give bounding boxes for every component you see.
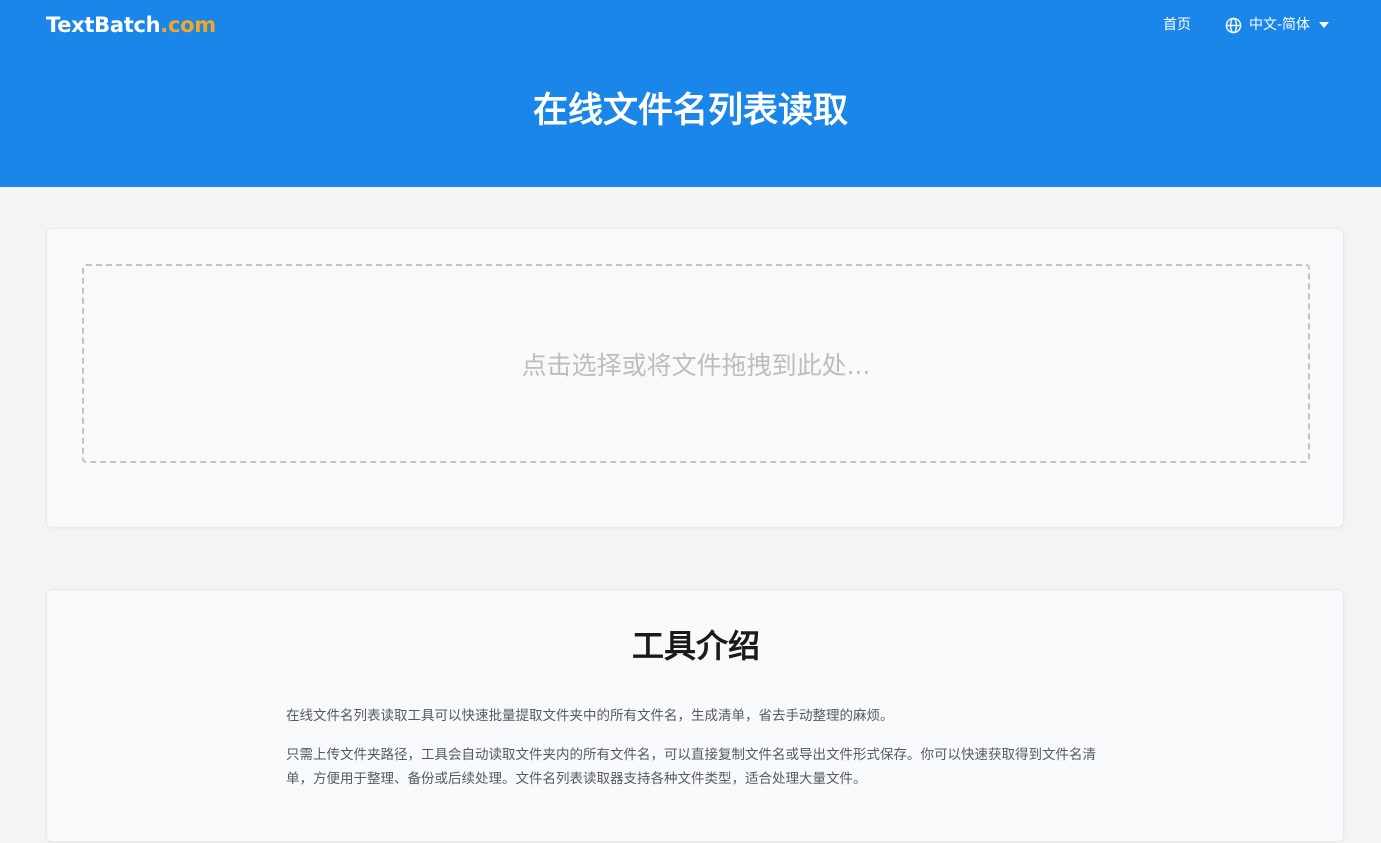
intro-paragraph-2: 只需上传文件夹路径，工具会自动读取文件夹内的所有文件名，可以直接复制文件名或导出… [286,747,1096,787]
chevron-down-icon [1319,22,1330,28]
page-title: 在线文件名列表读取 [532,91,848,131]
logo-tld-text: .com [160,13,216,37]
globe-icon [1225,17,1242,33]
intro-card: 工具介绍 在线文件名列表读取工具可以快速批量提取文件夹中的所有文件名，生成清单，… [46,589,1344,842]
upload-card: 点击选择或将文件拖拽到此处... [46,228,1344,528]
language-selector[interactable]: 中文-简体 [1225,15,1330,35]
intro-paragraph-1: 在线文件名列表读取工具可以快速批量提取文件夹中的所有文件名，生成清单，省去手动整… [286,708,894,724]
logo-main-text: TextBatch [46,13,161,37]
file-dropzone[interactable]: 点击选择或将文件拖拽到此处... [82,264,1310,463]
site-logo[interactable]: TextBatch.com [46,12,216,38]
nav-home-link[interactable]: 首页 [1163,15,1191,35]
intro-title: 工具介绍 [631,627,760,665]
language-label: 中文-简体 [1249,17,1311,33]
dropzone-placeholder: 点击选择或将文件拖拽到此处... [521,350,871,380]
hero-header: TextBatch.com 首页 中文-简体 在线文件名列表读取 [0,0,1381,187]
